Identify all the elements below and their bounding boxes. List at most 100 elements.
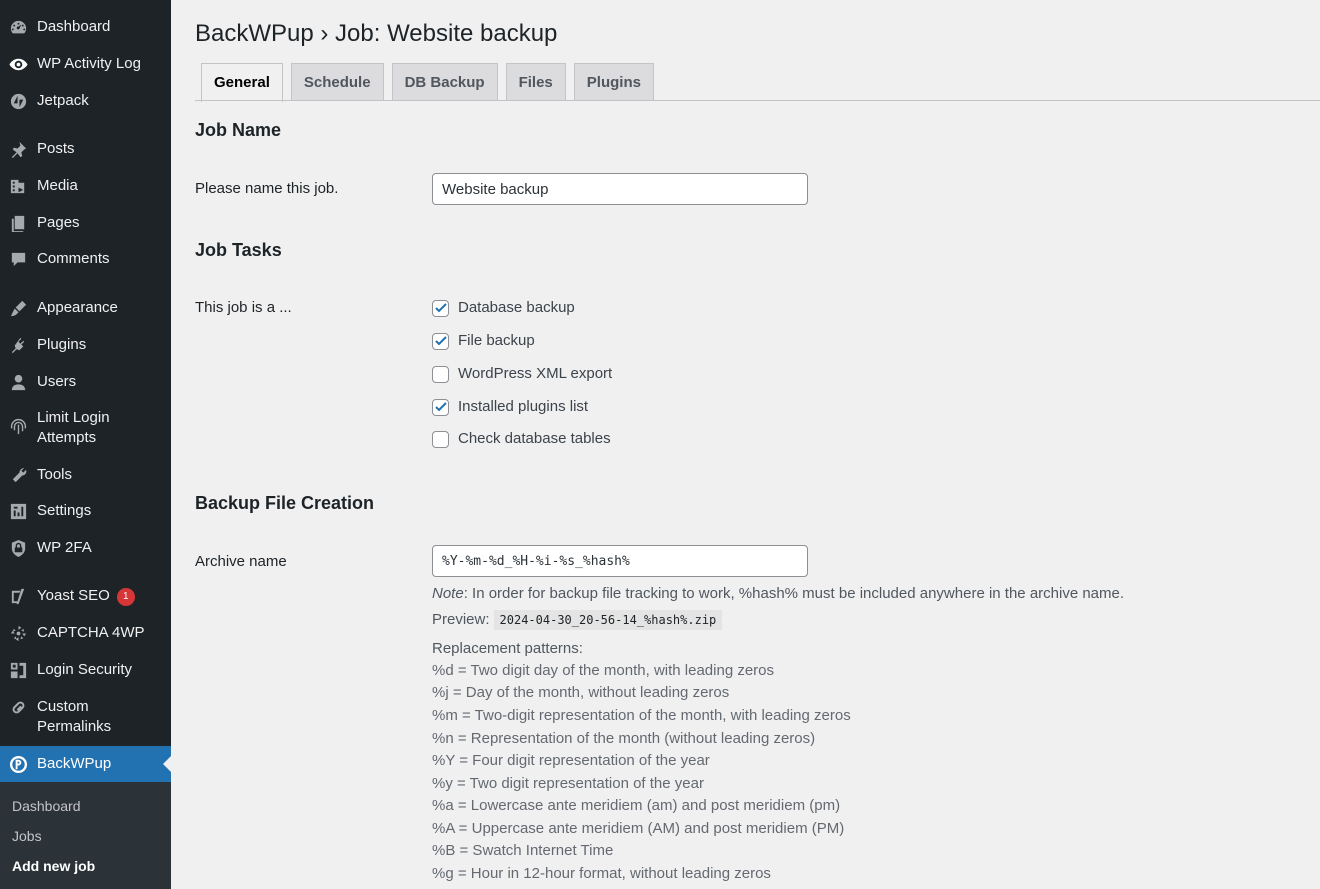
login-security-icon [8,660,28,680]
sidebar-item-settings[interactable]: Settings [0,501,171,521]
checkbox-label: Check database tables [458,430,611,447]
sidebar-item-media[interactable]: Media [0,176,171,196]
sidebar-item-label: Custom Permalinks [37,698,112,735]
preview-code: 2024-04-30_20-56-14_%hash%.zip [493,610,723,630]
page-title: BackWPup › Job: Website backup [195,20,558,47]
dashboard-icon [8,17,28,37]
checkbox-label: Database backup [458,299,575,316]
backwpup-submenu: Dashboard Jobs Add new job [0,782,171,889]
sidebar-item-label: CAPTCHA 4WP [37,624,145,641]
archive-name-label: Archive name [195,553,287,570]
sidebar-item-label: Dashboard [37,18,111,35]
sidebar-item-label: Plugins [37,336,87,353]
wrench-icon [8,465,28,485]
checkbox-checked[interactable] [432,299,449,317]
pattern-item: %d = Two digit day of the month, with le… [432,662,775,679]
submenu-item-add-new-job[interactable]: Add new job [12,857,95,875]
pattern-item: %g = Hour in 12-hour format, without lea… [432,865,771,882]
sidebar-item-pages[interactable]: Pages [0,213,171,233]
sidebar-item-wp2fa[interactable]: WP 2FA [0,538,171,558]
sidebar-item-yoast[interactable]: Yoast SEO 1 [0,586,171,606]
job-name-input[interactable] [432,173,808,205]
submenu-item-dashboard[interactable]: Dashboard [12,797,81,815]
sidebar-item-label: WP Activity Log [37,55,141,72]
sidebar-item-comments[interactable]: Comments [0,249,171,269]
user-icon [8,372,28,392]
archive-note: Note: In order for backup file tracking … [432,585,1125,602]
sidebar-item-activity-log[interactable]: WP Activity Log [0,54,171,74]
archive-name-input[interactable] [432,545,808,577]
notification-badge: 1 [116,588,135,606]
section-heading-job-name: Job Name [195,120,282,140]
pattern-item: %a = Lowercase ante meridiem (am) and po… [432,797,841,814]
pin-icon [8,139,28,159]
checkbox-checked[interactable] [432,398,449,416]
sidebar-item-tools[interactable]: Tools [0,465,171,485]
sidebar-item-posts[interactable]: Posts [0,139,171,159]
checkbox-checked[interactable] [432,332,449,350]
shield-icon [8,538,28,558]
sidebar-item-label: Settings [37,502,92,519]
sidebar-item-custom-permalinks[interactable]: Custom Permalinks [0,697,171,737]
main-content: BackWPup › Job: Website backup General S… [171,0,1320,889]
yoast-icon [8,586,28,606]
sidebar-item-label: BackWPup [37,755,112,772]
submenu-item-jobs[interactable]: Jobs [12,827,42,845]
media-icon [8,176,28,196]
task-file-backup[interactable]: File backup [432,331,535,351]
fingerprint-icon [8,416,28,436]
comment-icon [8,249,28,269]
tab-plugins[interactable]: Plugins [573,63,654,101]
sidebar-item-limit-login[interactable]: Limit Login Attempts [0,408,171,448]
tab-db-backup[interactable]: DB Backup [391,63,498,101]
sidebar-item-label: Comments [37,250,110,267]
archive-preview: Preview: 2024-04-30_20-56-14_%hash%.zip [432,610,723,630]
sidebar-item-label: Login Security [37,661,133,678]
sidebar-item-label: Posts [37,140,75,157]
pattern-item: %j = Day of the month, without leading z… [432,684,730,701]
sidebar-item-label: Appearance [37,299,118,316]
pattern-item: %y = Two digit representation of the yea… [432,775,704,792]
pattern-item: %n = Representation of the month (withou… [432,730,816,747]
tab-bar: General Schedule DB Backup Files Plugins [201,63,662,102]
settings-icon [8,501,28,521]
sidebar-item-plugins[interactable]: Plugins [0,335,171,355]
job-name-label: Please name this job. [195,180,339,197]
admin-sidebar: Dashboard WP Activity Log Jetpack Posts … [0,0,171,889]
task-check-db-tables[interactable]: Check database tables [432,429,611,449]
checkbox-unchecked[interactable] [432,430,449,448]
sidebar-item-label: Pages [37,214,80,231]
sidebar-item-login-security[interactable]: Login Security [0,660,171,680]
sidebar-item-backwpup[interactable]: BackWPup [0,746,171,782]
eye-icon [8,54,28,74]
section-heading-backup-file: Backup File Creation [195,493,375,513]
sidebar-item-dashboard[interactable]: Dashboard [0,17,171,37]
tab-general[interactable]: General [201,63,283,102]
sidebar-item-jetpack[interactable]: Jetpack [0,91,171,111]
checkbox-unchecked[interactable] [432,365,449,383]
tab-schedule[interactable]: Schedule [290,63,384,101]
pattern-item: %A = Uppercase ante meridiem (AM) and po… [432,820,845,837]
task-database-backup[interactable]: Database backup [432,298,575,318]
pattern-item: %m = Two-digit representation of the mon… [432,707,851,724]
jetpack-icon [8,91,28,111]
checkbox-label: WordPress XML export [458,365,613,382]
pages-icon [8,213,28,233]
captcha-icon [8,623,28,643]
sidebar-item-label: WP 2FA [37,539,92,556]
link-icon [8,697,28,717]
sidebar-item-label: Limit Login Attempts [37,409,110,446]
checkbox-label: Installed plugins list [458,398,589,415]
pattern-item: %B = Swatch Internet Time [432,842,614,859]
sidebar-item-captcha[interactable]: CAPTCHA 4WP [0,623,171,643]
tab-files[interactable]: Files [505,63,566,101]
job-tasks-label: This job is a ... [195,299,292,316]
task-xml-export[interactable]: WordPress XML export [432,364,612,384]
sidebar-item-users[interactable]: Users [0,372,171,392]
checkbox-label: File backup [458,332,535,349]
sidebar-item-label: Media [37,177,78,194]
sidebar-item-label: Tools [37,466,73,483]
task-plugins-list[interactable]: Installed plugins list [432,397,588,417]
sidebar-item-appearance[interactable]: Appearance [0,298,171,318]
backwpup-icon [8,754,28,774]
